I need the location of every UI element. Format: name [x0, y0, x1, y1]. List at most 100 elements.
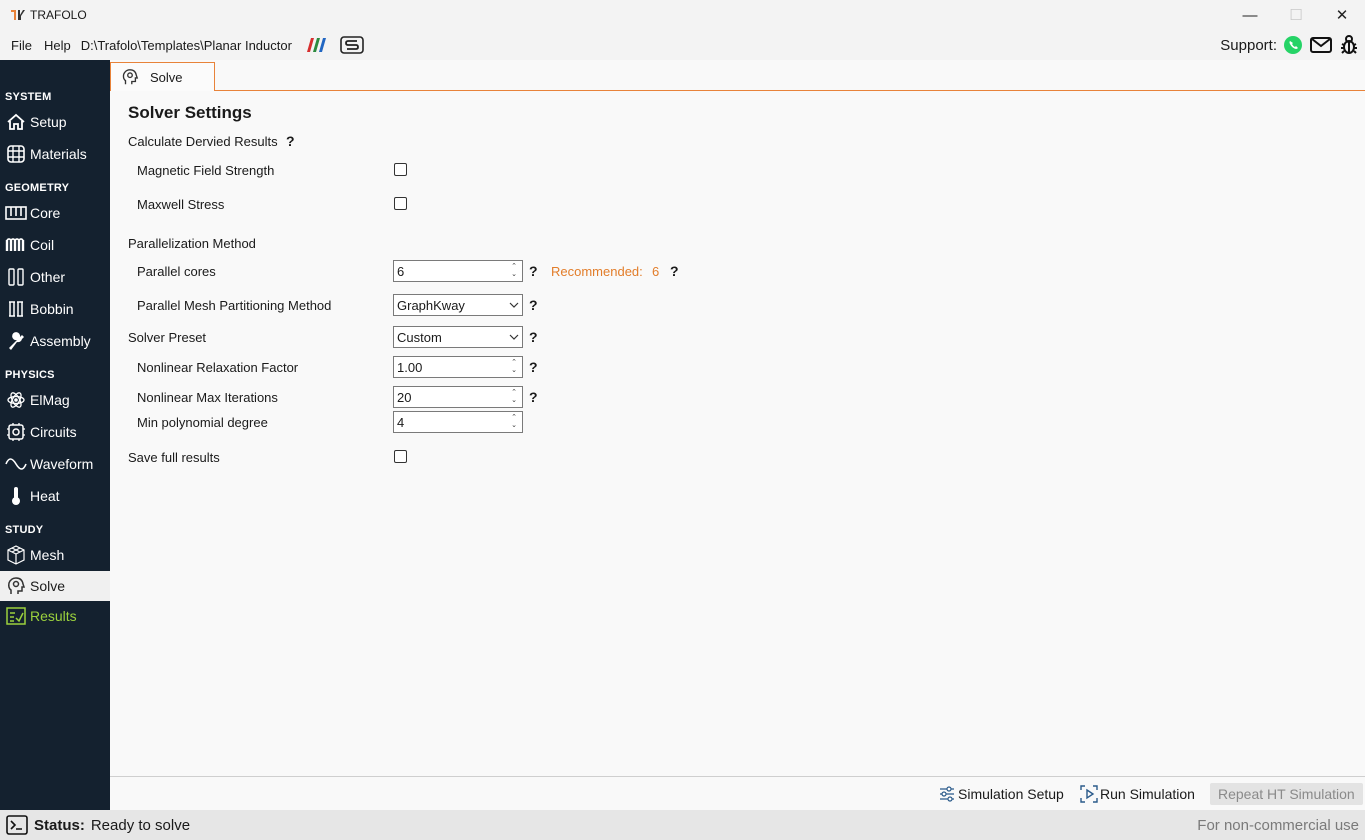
- menu-file[interactable]: File: [5, 38, 38, 53]
- spin-arrows-icon[interactable]: ⌃ ⌄: [507, 357, 521, 377]
- repeat-ht-simulation-label: Repeat HT Simulation: [1218, 786, 1355, 802]
- parallel-cores-spinbox[interactable]: 6 ⌃ ⌄: [393, 260, 523, 282]
- whatsapp-icon[interactable]: [1283, 35, 1303, 55]
- relaxation-spinbox[interactable]: 1.00 ⌃ ⌄: [393, 356, 523, 378]
- menu-help[interactable]: Help: [38, 38, 77, 53]
- core-icon: [5, 202, 27, 224]
- magnetic-field-strength-checkbox[interactable]: [394, 163, 407, 176]
- sidebar-item-heat[interactable]: Heat: [0, 481, 110, 511]
- coil-icon: [5, 234, 27, 256]
- minimize-button[interactable]: —: [1227, 0, 1273, 30]
- max-iterations-value: 20: [397, 389, 412, 405]
- min-poly-degree-label: Min polynomial degree: [137, 415, 268, 430]
- sidebar-label-circuits: Circuits: [30, 424, 77, 440]
- spin-arrows-icon[interactable]: ⌃ ⌄: [507, 261, 521, 281]
- menu-bar: File Help D:\Trafolo\Templates\Planar In…: [0, 30, 1365, 60]
- salome-icon[interactable]: [340, 35, 364, 55]
- sidebar-item-solve[interactable]: Solve: [0, 571, 110, 601]
- simulation-setup-label: Simulation Setup: [958, 786, 1064, 802]
- sidebar-item-circuits[interactable]: Circuits: [0, 417, 110, 447]
- sidebar-label-materials: Materials: [30, 146, 87, 162]
- spin-arrows-icon[interactable]: ⌃ ⌄: [507, 412, 521, 432]
- max-iterations-spinbox[interactable]: 20 ⌃ ⌄: [393, 386, 523, 408]
- maxwell-stress-label: Maxwell Stress: [137, 197, 225, 212]
- solver-preset-value: Custom: [397, 329, 442, 345]
- sidebar-item-results[interactable]: Results: [0, 601, 110, 631]
- sidebar-item-elmag[interactable]: ElMag: [0, 385, 110, 415]
- sidebar-item-bobbin[interactable]: Bobbin: [0, 294, 110, 324]
- parallel-cores-value: 6: [397, 263, 405, 279]
- help-icon[interactable]: ?: [529, 389, 538, 405]
- terminal-icon: [6, 815, 28, 835]
- sidebar-label-bobbin: Bobbin: [30, 301, 74, 317]
- recommended-label: Recommended:: [551, 264, 643, 279]
- play-frame-icon: [1080, 785, 1098, 803]
- magnetic-field-strength-label: Magnetic Field Strength: [137, 163, 275, 178]
- save-full-results-checkbox[interactable]: [394, 450, 407, 463]
- support-label: Support:: [1220, 36, 1277, 54]
- sidebar-item-assembly[interactable]: Assembly: [0, 326, 110, 356]
- support-area: Support:: [1220, 30, 1359, 60]
- status-value: Ready to solve: [90, 816, 191, 834]
- maxwell-stress-checkbox[interactable]: [394, 197, 407, 210]
- sidebar-label-mesh: Mesh: [30, 547, 65, 563]
- help-icon[interactable]: ?: [670, 263, 679, 279]
- help-icon[interactable]: ?: [529, 329, 538, 345]
- sidebar-item-coil[interactable]: Coil: [0, 230, 110, 260]
- window-controls: — ☐ ✕: [1227, 0, 1365, 30]
- sidebar-item-setup[interactable]: Setup: [0, 107, 110, 137]
- run-simulation-label: Run Simulation: [1100, 786, 1195, 802]
- paraview-icon[interactable]: [304, 35, 328, 55]
- max-iterations-label: Nonlinear Max Iterations: [137, 390, 278, 405]
- help-icon[interactable]: ?: [529, 297, 538, 313]
- sidebar-item-core[interactable]: Core: [0, 198, 110, 228]
- help-icon[interactable]: ?: [529, 263, 538, 279]
- results-chart-icon: [5, 605, 27, 627]
- sidebar-item-waveform[interactable]: Waveform: [0, 449, 110, 479]
- head-gear-icon: [121, 68, 139, 86]
- thermometer-icon: [5, 485, 27, 507]
- close-button[interactable]: ✕: [1319, 0, 1365, 30]
- mesh-cube-icon: [5, 544, 27, 566]
- run-simulation-button[interactable]: Run Simulation: [1080, 783, 1195, 805]
- trafolo-logo-icon: [11, 10, 25, 20]
- tab-solve[interactable]: Solve: [110, 62, 215, 92]
- status-bar: Status: Ready to solve For non-commercia…: [0, 810, 1365, 840]
- min-poly-degree-spinbox[interactable]: 4 ⌃ ⌄: [393, 411, 523, 433]
- spin-arrows-icon[interactable]: ⌃ ⌄: [507, 387, 521, 407]
- save-full-results-label: Save full results: [128, 450, 220, 465]
- sidebar-label-heat: Heat: [30, 488, 60, 504]
- chevron-down-icon: [506, 327, 522, 347]
- repeat-ht-simulation-button[interactable]: Repeat HT Simulation: [1210, 783, 1363, 805]
- head-gear-icon: [5, 575, 27, 597]
- bug-report-icon[interactable]: [1339, 34, 1359, 56]
- sliders-icon: [938, 785, 956, 803]
- other-parts-icon: [5, 266, 27, 288]
- sidebar-item-other[interactable]: Other: [0, 262, 110, 292]
- partitioning-label: Parallel Mesh Partitioning Method: [137, 298, 332, 313]
- sidebar-label-waveform: Waveform: [30, 456, 94, 472]
- help-icon[interactable]: ?: [529, 359, 538, 375]
- project-path: D:\Trafolo\Templates\Planar Inductor: [80, 37, 292, 53]
- section-system: SYSTEM: [5, 91, 52, 103]
- sidebar-label-other: Other: [30, 269, 66, 285]
- maximize-button[interactable]: ☐: [1273, 0, 1319, 30]
- home-icon: [5, 111, 27, 133]
- grid-icon: [5, 143, 27, 165]
- sidebar-label-assembly: Assembly: [30, 333, 91, 349]
- solver-preset-select[interactable]: Custom: [393, 326, 523, 348]
- sidebar-item-materials[interactable]: Materials: [0, 139, 110, 169]
- window-title: TRAFOLO: [30, 8, 87, 22]
- sidebar-item-mesh[interactable]: Mesh: [0, 540, 110, 570]
- section-study: STUDY: [5, 524, 44, 536]
- help-icon[interactable]: ?: [286, 133, 295, 149]
- min-poly-degree-value: 4: [397, 414, 405, 430]
- license-notice: For non-commercial use: [1197, 816, 1359, 834]
- simulation-setup-button[interactable]: Simulation Setup: [938, 783, 1064, 805]
- wrench-icon: [5, 330, 27, 352]
- partitioning-select[interactable]: GraphKway: [393, 294, 523, 316]
- chevron-down-icon: [506, 295, 522, 315]
- mail-icon[interactable]: [1309, 35, 1333, 55]
- sidebar: SYSTEM Setup Materials GEOMETRY Core Coi…: [0, 60, 110, 810]
- title-bar: TRAFOLO — ☐ ✕: [0, 0, 1365, 30]
